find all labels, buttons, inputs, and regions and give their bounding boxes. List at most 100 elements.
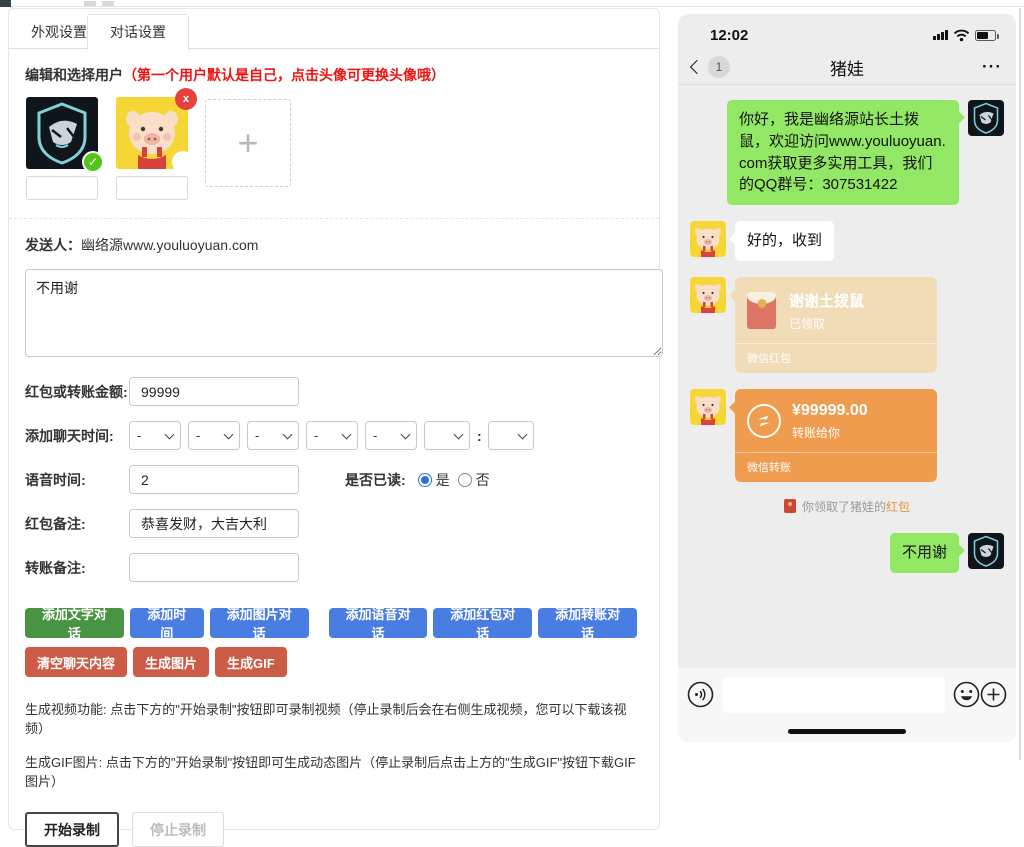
amount-input[interactable] — [129, 377, 299, 406]
home-indicator — [788, 729, 906, 734]
chevron-down-icon — [283, 429, 293, 439]
scrollbar[interactable] — [1019, 8, 1021, 760]
read-yes-radio[interactable] — [418, 473, 432, 487]
selected-check-icon[interactable]: ✓ — [82, 151, 104, 173]
read-no-label: 否 — [476, 470, 490, 490]
tab-bar: 外观设置 对话设置 — [9, 9, 659, 49]
transfer-footer: 微信转账 — [735, 452, 937, 482]
add-time-button[interactable]: 添加时间 — [130, 608, 204, 638]
transfer-card[interactable]: ¥99999.00 转账给你 微信转账 — [735, 389, 937, 482]
message-bubble[interactable]: 不用谢 — [890, 533, 959, 573]
time-colon: : — [477, 428, 482, 444]
chat-time-selects: - - - - - : — [129, 421, 541, 450]
add-buttons-row: 添加文字对话 添加时间 添加图片对话 添加语音对话 添加红包对话 添加转账对话 — [25, 608, 643, 638]
user-name-input-pig[interactable] — [116, 176, 188, 200]
select-value: - — [137, 428, 141, 443]
chevron-down-icon — [165, 429, 175, 439]
add-redpacket-dialog-button[interactable]: 添加红包对话 — [433, 608, 532, 638]
user-name-input-self[interactable] — [26, 176, 98, 200]
stop-record-button[interactable]: 停止录制 — [132, 812, 224, 847]
time-select-month[interactable]: - — [188, 421, 240, 450]
redpacket-title: 谢谢土拨鼠 — [789, 290, 864, 311]
status-icons — [933, 29, 996, 42]
redpacket-status: 已领取 — [789, 315, 864, 332]
amount-label: 红包或转账金额: — [25, 382, 129, 402]
battery-icon — [975, 30, 996, 41]
time-select-year[interactable]: - — [129, 421, 181, 450]
avatar-self[interactable]: ✓ — [26, 97, 98, 169]
generate-image-button[interactable]: 生成图片 — [133, 647, 209, 677]
transfer-note-label: 转账备注: — [25, 558, 129, 578]
add-user-button[interactable]: + — [205, 99, 291, 187]
voice-time-label: 语音时间: — [25, 470, 129, 490]
chat-time-row: 添加聊天时间: - - - - - : — [25, 421, 643, 450]
record-buttons-row: 开始录制 停止录制 — [25, 812, 643, 847]
transfer-note-input[interactable] — [129, 553, 299, 582]
pig-avatar-image — [690, 277, 726, 313]
message-bubble[interactable]: 好的，收到 — [735, 221, 834, 261]
add-image-dialog-button[interactable]: 添加图片对话 — [210, 608, 309, 638]
chat-time-label: 添加聊天时间: — [25, 426, 129, 446]
add-voice-dialog-button[interactable]: 添加语音对话 — [329, 608, 428, 638]
time-select-day[interactable]: - — [247, 421, 299, 450]
user-card-pig: x — [115, 97, 189, 200]
voice-time-row: 语音时间: 是否已读: 是 否 — [25, 465, 643, 494]
message-row-text-right[interactable]: 不用谢 — [690, 533, 1004, 573]
transfer-subtitle: 转账给你 — [792, 424, 868, 441]
message-row-text-left[interactable]: 好的，收到 — [690, 221, 1004, 261]
redpacket-card-top: 谢谢土拨鼠 已领取 — [735, 277, 937, 343]
self-avatar-image — [968, 533, 1004, 569]
message-row-redpacket[interactable]: 谢谢土拨鼠 已领取 微信红包 — [690, 277, 1004, 373]
redpacket-note-row: 红包备注: — [25, 509, 643, 538]
wifi-icon — [953, 29, 970, 42]
notice-highlight[interactable]: 红包 — [886, 498, 910, 515]
browser-fragment — [84, 1, 96, 6]
read-no-radio[interactable] — [458, 473, 472, 487]
time-select-hour[interactable] — [424, 421, 470, 450]
remove-user-icon[interactable]: x — [175, 88, 197, 110]
redpacket-note-input[interactable] — [129, 509, 299, 538]
gif-tip-text: 生成GIF图片: 点击下方的"开始录制"按钮即可生成动态图片（停止录制后点击上方… — [25, 752, 643, 790]
time-select-period[interactable]: - — [365, 421, 417, 450]
chat-text-input — [722, 677, 945, 713]
chat-area: 你好，我是幽络源站长土拨鼠，欢迎访问www.youluoyuan.com获取更多… — [678, 85, 1016, 668]
unread-count-badge: 1 — [708, 56, 730, 78]
unselected-circle-icon[interactable] — [172, 151, 194, 173]
transfer-note-row: 转账备注: — [25, 553, 643, 582]
add-transfer-dialog-button[interactable]: 添加转账对话 — [538, 608, 637, 638]
back-chevron-icon[interactable] — [690, 60, 704, 74]
message-textarea[interactable]: 不用谢 — [25, 269, 663, 357]
pig-avatar-image — [690, 221, 726, 257]
chevron-down-icon — [454, 429, 464, 439]
sender-label: 发送人： — [25, 237, 81, 253]
add-text-dialog-button[interactable]: 添加文字对话 — [25, 608, 124, 638]
clear-chat-button[interactable]: 清空聊天内容 — [25, 647, 127, 677]
tab-dialog-settings[interactable]: 对话设置 — [87, 14, 189, 50]
amount-row: 红包或转账金额: — [25, 377, 643, 406]
avatar-pig[interactable]: x — [116, 97, 188, 169]
phone-nav-bar: 1 猪娃 ··· — [678, 50, 1016, 84]
tab-appearance-settings[interactable]: 外观设置 — [31, 22, 87, 42]
start-record-button[interactable]: 开始录制 — [25, 812, 119, 847]
user-section-title-text: 编辑和选择用户 — [25, 67, 123, 83]
select-value: - — [255, 428, 259, 443]
redpacket-texts: 谢谢土拨鼠 已领取 — [789, 290, 864, 332]
transfer-card-top: ¥99999.00 转账给你 — [735, 389, 937, 452]
time-select-minute[interactable] — [488, 421, 534, 450]
voice-time-input[interactable] — [129, 465, 299, 494]
signal-icon — [933, 30, 948, 40]
phone-status-bar: 12:02 — [678, 20, 1016, 50]
user-card-self: ✓ — [25, 97, 99, 200]
notice-text: 你领取了猪娃的 — [802, 498, 886, 515]
message-row-transfer[interactable]: ¥99999.00 转账给你 微信转账 — [690, 389, 1004, 482]
more-icon[interactable]: ··· — [982, 62, 1002, 72]
select-value: - — [314, 428, 318, 443]
message-row-text-right[interactable]: 你好，我是幽络源站长土拨鼠，欢迎访问www.youluoyuan.com获取更多… — [690, 100, 1004, 205]
generate-gif-button[interactable]: 生成GIF — [215, 647, 287, 677]
time-select-weekday[interactable]: - — [306, 421, 358, 450]
read-yes-label: 是 — [436, 470, 450, 490]
redpacket-footer: 微信红包 — [735, 343, 937, 373]
redpacket-card[interactable]: 谢谢土拨鼠 已领取 微信红包 — [735, 277, 937, 373]
settings-panel: 外观设置 对话设置 编辑和选择用户（第一个用户默认是自己，点击头像可更换头像哦）… — [8, 8, 660, 830]
message-bubble[interactable]: 你好，我是幽络源站长土拨鼠，欢迎访问www.youluoyuan.com获取更多… — [727, 100, 959, 205]
